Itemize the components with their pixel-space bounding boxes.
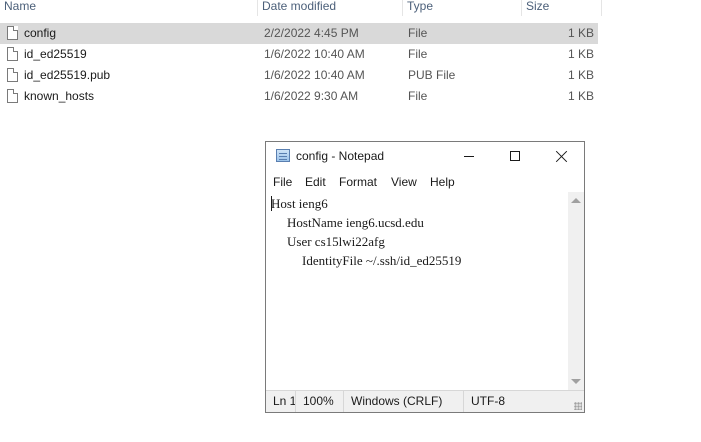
file-size: 1 KB: [567, 26, 594, 40]
notepad-window[interactable]: config - Notepad File Edit Format View H…: [265, 141, 585, 413]
file-size: 1 KB: [567, 89, 594, 103]
file-row-config[interactable]: config 2/2/2022 4:45 PM File 1 KB: [0, 23, 598, 44]
file-row-known-hosts[interactable]: known_hosts 1/6/2022 9:30 AM File 1 KB: [0, 86, 598, 107]
file-name: id_ed25519.pub: [24, 68, 111, 82]
menu-edit[interactable]: Edit: [305, 175, 326, 189]
document-icon: [7, 26, 18, 40]
file-row-id-ed25519-pub[interactable]: id_ed25519.pub 1/6/2022 10:40 AM PUB Fil…: [0, 65, 598, 86]
notepad-icon: [276, 149, 290, 162]
menu-help[interactable]: Help: [430, 175, 455, 189]
minimize-button[interactable]: [446, 142, 492, 171]
minimize-icon: [464, 156, 474, 157]
file-date: 1/6/2022 10:40 AM: [264, 47, 365, 61]
menu-view[interactable]: View: [391, 175, 417, 189]
editor-line: HostName ieng6.ucsd.edu: [287, 215, 424, 230]
file-row-id-ed25519[interactable]: id_ed25519 1/6/2022 10:40 AM File 1 KB: [0, 44, 598, 65]
menu-file[interactable]: File: [273, 175, 292, 189]
document-icon: [7, 89, 18, 103]
scroll-down-icon[interactable]: [571, 379, 581, 384]
file-type: File: [408, 89, 428, 103]
file-date: 2/2/2022 4:45 PM: [264, 26, 359, 40]
status-zoom: 100%: [295, 391, 343, 412]
editor-line: Host ieng6: [271, 196, 328, 211]
file-name: known_hosts: [24, 89, 95, 103]
file-name: config: [24, 26, 57, 40]
status-line-ending: Windows (CRLF): [343, 391, 463, 412]
title-bar[interactable]: config - Notepad: [266, 142, 584, 171]
file-size: 1 KB: [567, 68, 594, 82]
file-date: 1/6/2022 9:30 AM: [264, 89, 359, 103]
column-header-size[interactable]: Size: [522, 0, 602, 16]
file-type: File: [408, 26, 428, 40]
vertical-scrollbar[interactable]: [568, 192, 584, 390]
close-button[interactable]: [538, 142, 584, 171]
editor-line: IdentityFile ~/.ssh/id_ed25519: [302, 253, 462, 268]
status-line-column: Ln 1, Col 1: [273, 394, 295, 408]
file-type: PUB File: [408, 68, 456, 82]
file-name: id_ed25519: [24, 47, 87, 61]
status-bar: Ln 1, Col 1 100% Windows (CRLF) UTF-8: [266, 390, 584, 412]
column-header-date-modified[interactable]: Date modified: [258, 0, 403, 16]
editor-line: User cs15lwi22afg: [287, 234, 385, 249]
resize-grip-icon[interactable]: [574, 402, 582, 410]
maximize-button[interactable]: [492, 142, 538, 171]
scroll-up-icon[interactable]: [571, 198, 581, 203]
text-editor-area[interactable]: Host ieng6 HostName ieng6.ucsd.edu User …: [267, 192, 569, 390]
column-header-name[interactable]: Name: [0, 0, 258, 16]
document-icon: [7, 68, 18, 82]
column-header-type[interactable]: Type: [403, 0, 522, 16]
menu-bar: File Edit Format View Help: [266, 172, 584, 192]
maximize-icon: [510, 151, 520, 161]
file-size: 1 KB: [567, 47, 594, 61]
menu-format[interactable]: Format: [339, 175, 377, 189]
window-title: config - Notepad: [296, 149, 385, 163]
close-icon: [555, 150, 568, 163]
file-type: File: [408, 47, 428, 61]
document-icon: [7, 47, 18, 61]
status-encoding: UTF-8: [463, 391, 568, 412]
file-date: 1/6/2022 10:40 AM: [264, 68, 365, 82]
